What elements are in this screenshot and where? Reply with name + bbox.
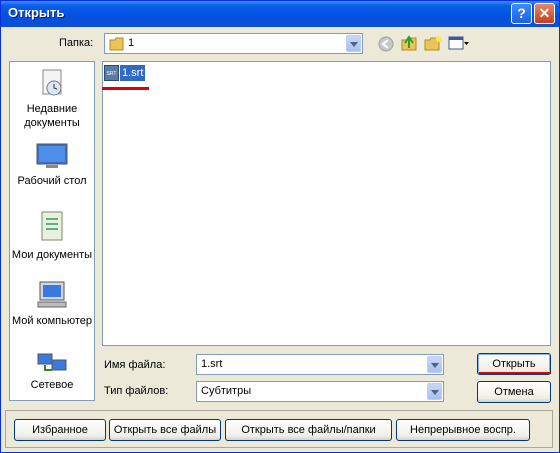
folder-combo[interactable]: 1 [104, 33, 363, 54]
filetype-value: Субтитры [201, 385, 252, 397]
place-label: Сетевое [30, 379, 74, 391]
new-folder-icon[interactable] [423, 34, 443, 52]
recent-documents-icon [42, 69, 62, 96]
up-folder-icon[interactable] [400, 34, 418, 52]
folder-label: Папка: [59, 37, 94, 49]
bottom-bar: Избранное Открыть все файлы Открыть все … [5, 410, 553, 448]
place-recent-documents[interactable]: Недавние документы [10, 68, 94, 130]
my-computer-icon [37, 281, 67, 308]
cancel-button[interactable]: Отмена [477, 381, 551, 403]
help-button[interactable]: ? [511, 3, 532, 24]
filetype-label: Тип файлов: [104, 385, 169, 397]
title-bar[interactable]: Открыть ? ✕ [1, 1, 559, 27]
back-icon[interactable] [378, 36, 394, 52]
window-title: Открыть [8, 5, 65, 20]
place-label: Мои документы [11, 249, 93, 261]
chevron-down-icon[interactable] [346, 35, 361, 52]
view-menu-icon[interactable] [448, 36, 470, 50]
place-label: Недавние документы [24, 103, 80, 129]
filename-input[interactable]: 1.srt [196, 354, 444, 375]
filetype-select[interactable]: Субтитры [196, 381, 444, 402]
place-network[interactable]: Сетевое [10, 352, 94, 392]
folder-value: 1 [128, 37, 135, 49]
network-icon [37, 353, 67, 371]
srt-file-icon: SRT [104, 65, 119, 81]
place-desktop[interactable]: Рабочий стол [10, 142, 94, 188]
place-label: Мой компьютер [11, 315, 93, 327]
favorites-button[interactable]: Избранное [14, 419, 106, 441]
file-list[interactable]: SRT 1.srt [102, 61, 551, 346]
desktop-icon [36, 143, 68, 168]
open-all-files-folders-button[interactable]: Открыть все файлы/папки [225, 419, 392, 441]
folder-icon [109, 37, 124, 51]
filename-value: 1.srt [201, 358, 223, 370]
close-button[interactable]: ✕ [534, 3, 555, 24]
annotation-underline [479, 372, 551, 374]
place-label: Рабочий стол [17, 175, 87, 187]
open-dialog: Открыть ? ✕ Папка: 1 Недавние документы [0, 0, 560, 453]
filename-label: Имя файла: [104, 359, 166, 371]
chevron-down-icon[interactable] [427, 356, 442, 373]
file-name: 1.srt [120, 65, 146, 81]
place-my-documents[interactable]: Мои документы [10, 210, 94, 262]
open-all-files-button[interactable]: Открыть все файлы [109, 419, 221, 441]
places-bar: Недавние документы Рабочий стол Мои доку… [9, 61, 95, 401]
place-my-computer[interactable]: Мой компьютер [10, 280, 94, 328]
annotation-underline [102, 87, 149, 90]
continuous-play-button[interactable]: Непрерывное воспр. [396, 419, 530, 441]
my-documents-icon [41, 211, 63, 241]
chevron-down-icon[interactable] [427, 383, 442, 400]
